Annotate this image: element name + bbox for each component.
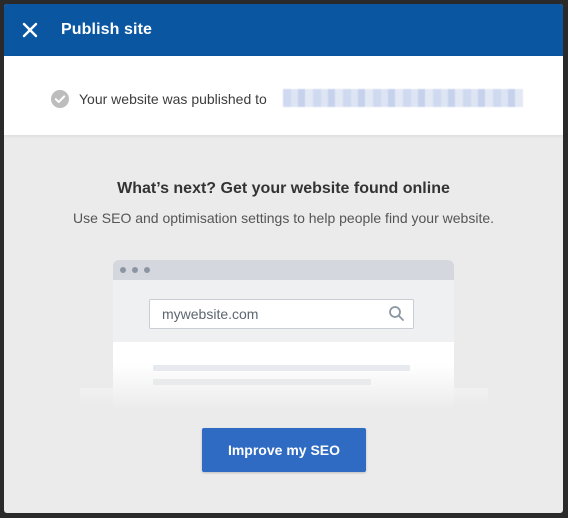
next-steps-description: Use SEO and optimisation settings to hel… <box>72 210 495 226</box>
browser-search-area: mywebsite.com <box>113 280 454 342</box>
search-icon <box>389 306 404 321</box>
close-icon <box>22 22 38 38</box>
browser-fade <box>113 364 454 410</box>
browser-window-bar <box>113 260 454 280</box>
dialog-title: Publish site <box>61 21 152 38</box>
published-url-redacted <box>283 89 523 107</box>
dialog-titlebar: Publish site <box>4 4 563 56</box>
illustration-search-box: mywebsite.com <box>149 299 414 329</box>
illustration-search-text: mywebsite.com <box>162 306 259 322</box>
browser-illustration: mywebsite.com <box>113 260 454 410</box>
next-steps-heading: What’s next? Get your website found onli… <box>117 180 450 197</box>
window-dot <box>144 267 150 273</box>
close-button[interactable] <box>18 18 42 42</box>
published-status-bar: Your website was published to <box>4 56 563 135</box>
improve-seo-button[interactable]: Improve my SEO <box>202 428 366 472</box>
publish-site-dialog: Publish site Your website was published … <box>4 4 563 513</box>
window-dot <box>120 267 126 273</box>
published-message: Your website was published to <box>79 91 267 107</box>
check-circle-icon <box>51 90 69 108</box>
window-dot <box>132 267 138 273</box>
